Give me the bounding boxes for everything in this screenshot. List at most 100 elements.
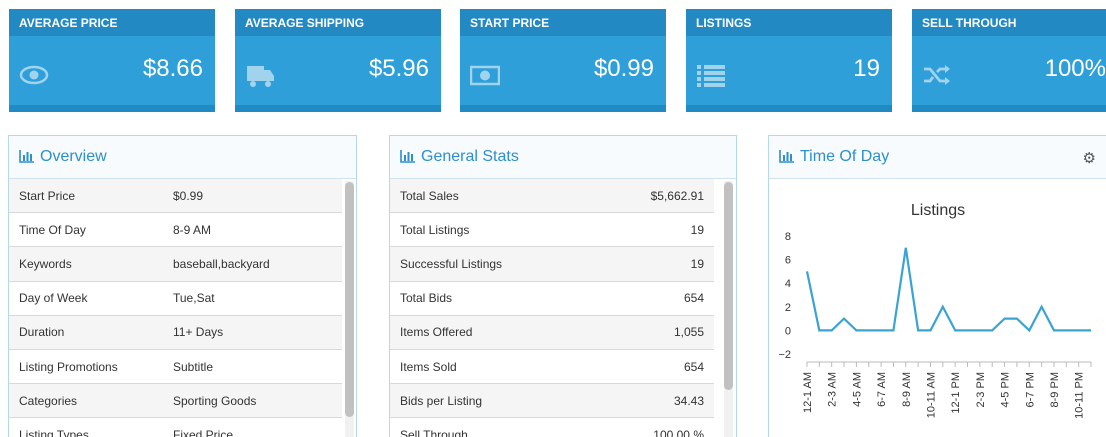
panel-title: General Stats: [421, 148, 519, 165]
x-tick-label: 4-5 AM: [851, 372, 863, 407]
table-row: Duration 11+ Days: [9, 315, 342, 350]
row-key: Total Listings: [400, 222, 470, 237]
chart-title: Listings: [911, 202, 965, 219]
row-key: Time Of Day: [19, 222, 86, 237]
row-key: Total Sales: [400, 188, 459, 203]
row-value: 654: [683, 359, 704, 374]
kpi-listings: LISTINGS 19: [686, 9, 892, 112]
x-tick-label: 2-3 AM: [827, 372, 839, 407]
row-value: baseball,backyard: [173, 256, 270, 271]
table-row: Listing Promotions Subtitle: [9, 349, 342, 385]
kpi-value: 100%: [1044, 55, 1106, 82]
row-key: Successful Listings: [400, 256, 503, 271]
row-key: Keywords: [19, 256, 72, 271]
table-row: Categories Sporting Goods: [9, 384, 342, 419]
y-tick-label: 2: [785, 302, 791, 314]
panel-title: Time Of Day: [800, 148, 890, 165]
table-row: Time Of Day 8-9 AM: [9, 213, 342, 248]
kpi-label: AVERAGE SHIPPING: [235, 9, 441, 36]
table-row: Items Offered 1,055: [390, 315, 714, 350]
overview-panel: Overview Start Price $0.99 Time Of Day 8-9…: [8, 135, 357, 437]
row-value: 19: [690, 222, 704, 237]
row-value: 34.43: [673, 393, 704, 408]
y-tick-label: −2: [778, 349, 791, 361]
row-key: Total Bids: [400, 291, 453, 306]
row-key: Items Offered: [400, 325, 473, 340]
row-value: 11+ Days: [173, 325, 224, 340]
general-stats-scrollbar-thumb[interactable]: [724, 182, 733, 390]
table-row: Sell Through 100.00 %: [390, 418, 714, 437]
kpi-sell-through: SELL THROUGH 100%: [912, 9, 1106, 112]
row-value: 1,055: [673, 325, 704, 340]
table-row: Listing Types Fixed Price: [9, 418, 342, 437]
table-row: Successful Listings 19: [390, 247, 714, 282]
kpi-value: $0.99: [593, 55, 654, 82]
kpi-label: AVERAGE PRICE: [9, 9, 215, 36]
x-tick-label: 10-11 PM: [1074, 372, 1086, 419]
shuffle-icon: [924, 65, 950, 85]
kpi-average-shipping: AVERAGE SHIPPING $5.96: [235, 9, 441, 112]
kpi-label: START PRICE: [460, 9, 666, 36]
general-stats-panel: General Stats Total Sales $5,662.91 Total…: [389, 135, 737, 437]
row-key: Categories: [19, 393, 78, 408]
x-tick-label: 4-5 PM: [1000, 372, 1012, 407]
kpi-label: LISTINGS: [686, 9, 892, 36]
y-tick-label: 6: [785, 255, 791, 267]
row-key: Items Sold: [400, 359, 457, 374]
row-key: Duration: [19, 325, 65, 340]
y-tick-label: 0: [785, 325, 791, 337]
row-value: 654: [683, 291, 704, 306]
kpi-label: SELL THROUGH: [912, 9, 1106, 36]
general-stats-header: General Stats: [390, 136, 736, 179]
table-row: Bids per Listing 34.43: [390, 384, 714, 419]
overview-scrollbar-thumb[interactable]: [345, 182, 354, 417]
row-value: $0.99: [173, 188, 204, 203]
row-key: Listing Types: [19, 427, 89, 437]
kpi-value: $8.66: [142, 55, 203, 82]
table-row: Items Sold 654: [390, 349, 714, 385]
row-value: Tue,Sat: [173, 291, 215, 306]
table-row: Total Listings 19: [390, 213, 714, 248]
kpi-average-price: AVERAGE PRICE $8.66: [9, 9, 215, 112]
row-key: Bids per Listing: [400, 393, 483, 408]
series-line-listings: [805, 247, 1091, 333]
row-value: Subtitle: [173, 359, 214, 374]
row-value: $5,662.91: [650, 188, 704, 203]
kpi-value: 19: [853, 55, 880, 82]
general-stats-table: Total Sales $5,662.91 Total Listings 19 Su…: [390, 179, 714, 437]
overview-header: Overview: [9, 136, 356, 179]
time-of-day-header: Time Of Day ⚙: [769, 136, 1106, 179]
list-icon: [697, 65, 725, 87]
row-key: Day of Week: [19, 291, 88, 306]
kpi-value: $5.96: [368, 55, 429, 82]
bar-chart-icon: [779, 150, 794, 163]
row-value: Fixed Price: [173, 427, 234, 437]
panel-title: Overview: [40, 148, 107, 165]
x-tick-label: 8-9 PM: [1049, 372, 1061, 407]
overview-table: Start Price $0.99 Time Of Day 8-9 AM Keywo…: [9, 179, 342, 437]
y-tick-label: 8: [785, 231, 791, 243]
table-row: Total Bids 654: [390, 281, 714, 316]
x-tick-label: 12-1 AM: [802, 372, 814, 413]
row-key: Sell Through: [400, 427, 468, 437]
row-value: 19: [690, 256, 704, 271]
money-icon: [470, 65, 500, 86]
time-of-day-chart: Listings −2 0 2 4 6 8 12-1 AM 2-3 AM 4-5 AM 6-7 AM…: [778, 202, 1092, 419]
table-row: Start Price $0.99: [9, 179, 342, 214]
gear-icon[interactable]: ⚙: [1083, 149, 1096, 167]
x-tick-label: 10-11 AM: [925, 372, 937, 418]
row-value: 8-9 AM: [173, 222, 212, 237]
bar-chart-icon: [19, 150, 34, 163]
x-tick-label: 6-7 AM: [876, 372, 888, 407]
kpi-start-price: START PRICE $0.99: [460, 9, 666, 112]
y-tick-label: 4: [785, 278, 791, 290]
x-tick-label: 2-3 PM: [975, 372, 987, 407]
bar-chart-icon: [400, 150, 415, 163]
truck-icon: [247, 66, 274, 87]
table-row: Keywords baseball,backyard: [9, 247, 342, 282]
x-tick-label: 12-1 PM: [950, 372, 962, 414]
row-value: 100.00 %: [653, 427, 704, 437]
x-tick-label: 8-9 AM: [901, 372, 913, 407]
row-key: Start Price: [19, 188, 76, 203]
row-key: Listing Promotions: [19, 359, 118, 374]
